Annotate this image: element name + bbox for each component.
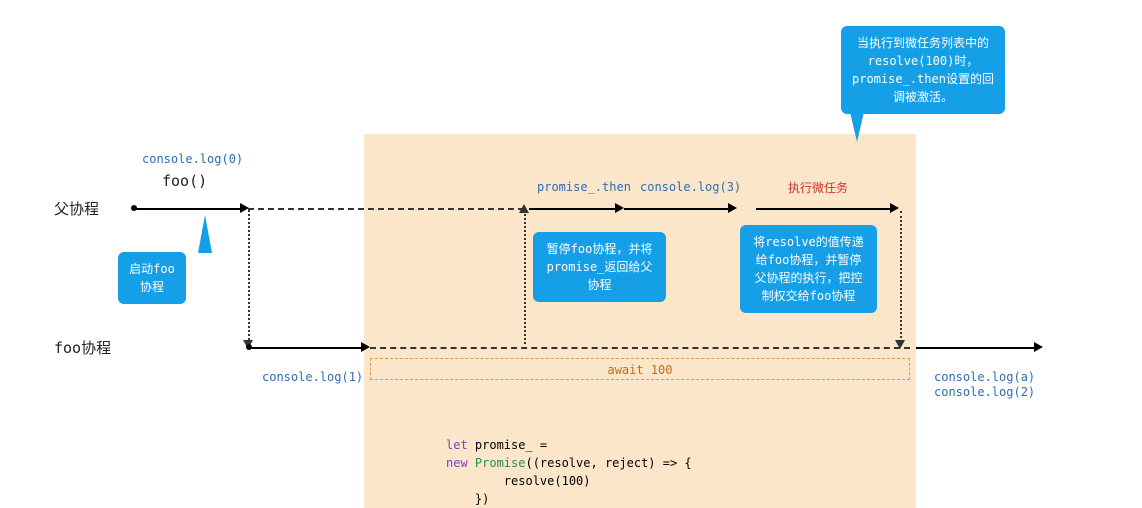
dashed-parent-yield xyxy=(248,208,524,210)
callout-top-pointer xyxy=(850,112,864,142)
callout-start-foo: 启动foo协程 xyxy=(118,252,186,304)
code-console-log-0: console.log(0) xyxy=(142,152,243,166)
callout-pause-foo: 暂停foo协程，并将promise_返回给父协程 xyxy=(533,232,666,302)
arrowhead-parent-log3 xyxy=(728,203,737,213)
arrow-parent-promise-then xyxy=(529,208,617,210)
transition-parent-to-foo-2 xyxy=(900,211,902,342)
arrow-parent-microtask xyxy=(756,208,892,210)
code-console-log-3: console.log(3) xyxy=(640,180,741,194)
arrowhead-foo-final xyxy=(1034,342,1043,352)
arrow-foo-seg1 xyxy=(249,347,363,349)
await-100-box: await 100 xyxy=(370,358,910,380)
arrowhead-parent-promise-then xyxy=(615,203,624,213)
callout-start-pointer xyxy=(198,215,212,253)
code-console-log-a: console.log(a) xyxy=(934,370,1035,384)
foo-call-label: foo() xyxy=(162,172,207,190)
callout-microtask-resolve: 当执行到微任务列表中的resolve(100)时，promise_.then设置… xyxy=(841,26,1005,114)
promise-code-block: let promise_ = new Promise((resolve, rej… xyxy=(446,418,692,508)
code-console-log-2: console.log(2) xyxy=(934,385,1035,399)
arrowhead-foo-seg1 xyxy=(361,342,370,352)
dashed-foo-await xyxy=(370,347,910,349)
code-promise-then: promise_.then xyxy=(537,180,631,194)
foo-coroutine-label: foo协程 xyxy=(54,337,111,358)
arrowhead-parent-microtask xyxy=(890,203,899,213)
arrow-foo-final xyxy=(916,347,1036,349)
code-console-log-1: console.log(1) xyxy=(262,370,363,384)
transition-parent-to-foo-1 xyxy=(248,210,250,344)
callout-resolve-pass: 将resolve的值传递给foo协程，并暂停父协程的执行，把控制权交给foo协程 xyxy=(740,225,877,313)
transition-foo-to-parent xyxy=(524,210,526,344)
parent-coroutine-label: 父协程 xyxy=(54,198,99,219)
label-execute-microtask: 执行微任务 xyxy=(788,179,848,196)
arrowhead-transition-down-2 xyxy=(895,340,905,349)
arrow-parent-log3 xyxy=(624,208,730,210)
arrow-parent-seg1 xyxy=(134,208,242,210)
arrowhead-transition-up xyxy=(519,204,529,213)
